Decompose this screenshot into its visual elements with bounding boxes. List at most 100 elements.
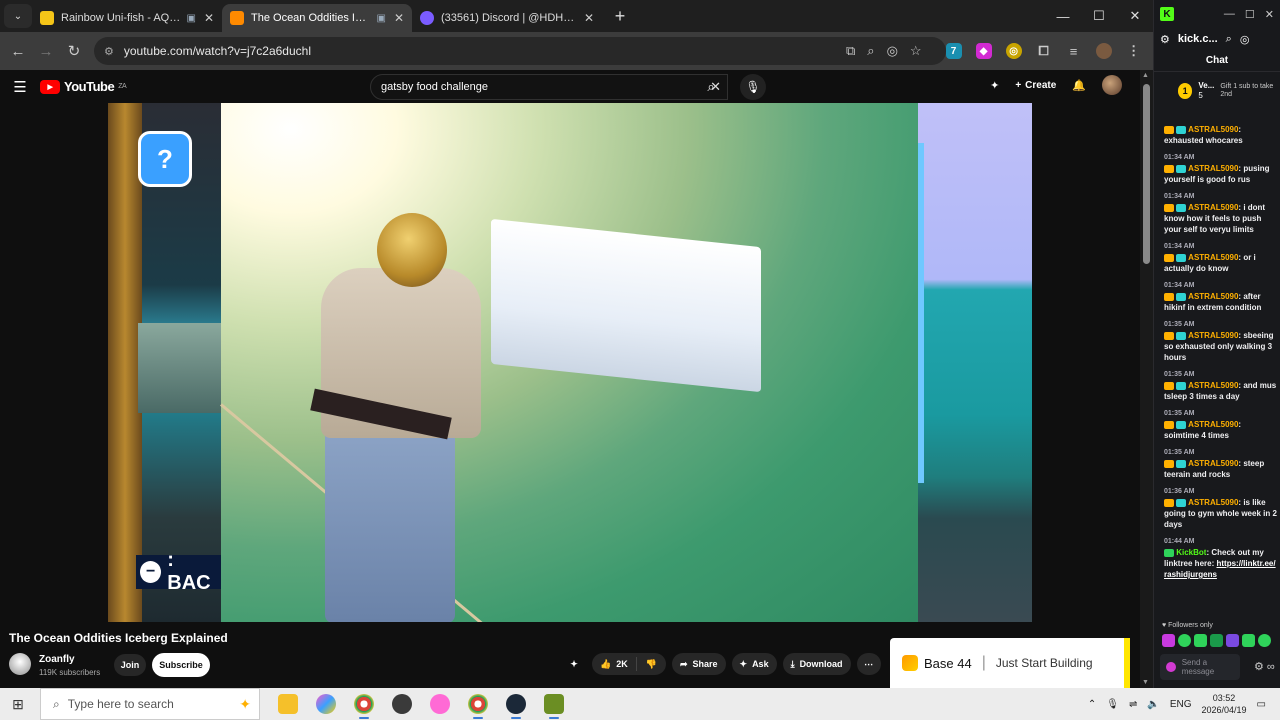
tab-youtube[interactable]: The Ocean Oddities Iceberg ▣ ✕ bbox=[222, 4, 412, 32]
notifications-bell-icon[interactable]: 🔔 bbox=[1072, 79, 1086, 92]
chat-username[interactable]: ASTRAL5090 bbox=[1188, 292, 1238, 301]
profile-avatar-icon[interactable] bbox=[1095, 43, 1112, 59]
taskbar-search-input[interactable]: ⌕ Type here to search ✦ bbox=[40, 688, 260, 720]
language-indicator[interactable]: ENG bbox=[1170, 699, 1192, 710]
forward-arrow-icon[interactable]: → bbox=[32, 43, 60, 60]
emote-icon[interactable] bbox=[1210, 634, 1223, 647]
emote-icon[interactable] bbox=[1194, 634, 1207, 647]
back-arrow-icon[interactable]: ← bbox=[4, 43, 32, 60]
emote-icon[interactable] bbox=[1242, 634, 1255, 647]
more-actions-button[interactable]: ⋯ bbox=[856, 653, 881, 675]
chat-username[interactable]: ASTRAL5090 bbox=[1188, 459, 1238, 468]
tab-discord[interactable]: (33561) Discord | @HDHDHDH ✕ bbox=[412, 4, 602, 32]
new-tab-button[interactable]: + bbox=[608, 6, 632, 27]
chrome-profile-icon[interactable] bbox=[468, 694, 488, 719]
kick-site-settings-icon[interactable]: ⚙ bbox=[1160, 33, 1170, 46]
search-button[interactable]: ⌕ bbox=[694, 74, 728, 100]
emote-icon[interactable] bbox=[1178, 634, 1191, 647]
kick-url-bar[interactable]: ⚙ kick.c... ⌕ ◎ bbox=[1154, 28, 1280, 50]
minecraft-icon[interactable] bbox=[544, 694, 564, 719]
emote-icon[interactable] bbox=[1258, 634, 1271, 647]
extension-game-icon[interactable]: ✦ bbox=[990, 79, 999, 92]
kick-close-icon[interactable]: ✕ bbox=[1265, 8, 1274, 21]
emote-icon[interactable] bbox=[1226, 634, 1239, 647]
channel-avatar[interactable] bbox=[9, 653, 31, 675]
close-tab-icon[interactable]: ✕ bbox=[204, 11, 214, 25]
extension-action-icon[interactable]: ✦ bbox=[562, 653, 586, 675]
kick-minimize-icon[interactable]: — bbox=[1224, 8, 1235, 20]
chat-username[interactable]: KickBot bbox=[1176, 548, 1206, 557]
eye-off-icon[interactable]: ◎ bbox=[887, 43, 898, 59]
tray-expand-icon[interactable]: ⌃ bbox=[1088, 699, 1096, 710]
scroll-up-icon[interactable]: ▲ bbox=[1142, 72, 1149, 79]
join-button[interactable]: Join bbox=[114, 654, 146, 676]
chat-settings-icon[interactable]: ⚙ ∞ bbox=[1254, 660, 1275, 673]
close-tab-icon[interactable]: ✕ bbox=[584, 11, 594, 25]
dislike-button[interactable]: 👎 bbox=[637, 659, 666, 670]
extension-yellow-icon[interactable]: ◎ bbox=[1005, 43, 1022, 59]
chat-message-input[interactable]: Send a message bbox=[1160, 654, 1240, 680]
mic-tray-icon[interactable]: 🎙 bbox=[1106, 699, 1119, 710]
search-input[interactable]: gatsby food challenge ✕ bbox=[370, 74, 728, 100]
chat-username[interactable]: ASTRAL5090 bbox=[1188, 164, 1238, 173]
chat-username[interactable]: ASTRAL5090 bbox=[1188, 331, 1238, 340]
account-avatar[interactable] bbox=[1102, 75, 1122, 95]
chat-username[interactable]: ASTRAL5090 bbox=[1188, 381, 1238, 390]
chat-username[interactable]: ASTRAL5090 bbox=[1188, 253, 1238, 262]
obs-icon[interactable] bbox=[392, 694, 412, 714]
emote-icon[interactable] bbox=[1162, 634, 1175, 647]
subscribe-button[interactable]: Subscribe bbox=[152, 653, 210, 677]
extensions-puzzle-icon[interactable]: ⧠ bbox=[1036, 43, 1052, 59]
extension-7tv-icon[interactable]: 7 bbox=[945, 43, 962, 59]
emote-picker-icon[interactable] bbox=[1166, 662, 1176, 672]
maximize-icon[interactable]: ☐ bbox=[1081, 0, 1117, 32]
chat-username[interactable]: ASTRAL5090 bbox=[1188, 125, 1238, 134]
sponsored-ad-banner[interactable]: Base 44 | Just Start Building bbox=[890, 638, 1130, 688]
gift-leaderboard[interactable]: 1 Ve... 5 Gift 1 sub to take 2nd bbox=[1154, 72, 1280, 110]
scrollbar-thumb[interactable] bbox=[1143, 84, 1150, 264]
share-button[interactable]: ➦ Share bbox=[671, 653, 726, 675]
chat-username[interactable]: ASTRAL5090 bbox=[1188, 203, 1238, 212]
minimize-icon[interactable]: — bbox=[1045, 0, 1081, 32]
close-window-icon[interactable]: ✕ bbox=[1117, 0, 1153, 32]
scroll-down-icon[interactable]: ▼ bbox=[1142, 679, 1149, 686]
tab-search-menu[interactable]: ⌄ bbox=[4, 4, 32, 28]
chrome-icon[interactable] bbox=[354, 694, 374, 719]
extension-pink-icon[interactable]: ◆ bbox=[975, 43, 992, 59]
chat-username[interactable]: ASTRAL5090 bbox=[1188, 420, 1238, 429]
hamburger-menu-icon[interactable]: ☰ bbox=[0, 78, 40, 96]
reload-icon[interactable]: ↻ bbox=[60, 42, 88, 60]
tab-aq3d[interactable]: Rainbow Uni-fish - AQ3D ▣ ✕ bbox=[32, 4, 222, 32]
create-button[interactable]: + Create bbox=[1015, 80, 1056, 91]
more-menu-icon[interactable]: ⋮ bbox=[1126, 43, 1142, 59]
ask-button[interactable]: ✦ Ask bbox=[731, 653, 777, 675]
copilot-icon[interactable] bbox=[316, 694, 336, 714]
steam-icon[interactable] bbox=[506, 694, 526, 719]
file-explorer-icon[interactable] bbox=[278, 694, 298, 714]
bookmark-star-icon[interactable]: ☆ bbox=[910, 43, 922, 59]
media-control-icon[interactable]: ≡ bbox=[1066, 43, 1082, 59]
chat-username[interactable]: ASTRAL5090 bbox=[1188, 498, 1238, 507]
download-button[interactable]: ⤓ Download bbox=[782, 653, 851, 675]
kick-maximize-icon[interactable]: ☐ bbox=[1245, 8, 1255, 21]
volume-icon[interactable]: 🔈 bbox=[1147, 699, 1159, 710]
youtube-logo[interactable]: ▶ YouTube ZA bbox=[40, 79, 127, 94]
page-scrollbar[interactable]: ▲ ▼ bbox=[1140, 70, 1153, 688]
like-button[interactable]: 👍 2K bbox=[592, 657, 637, 671]
windows-start-icon[interactable]: ⊞ bbox=[0, 696, 36, 713]
voice-search-button[interactable]: 🎙 bbox=[740, 74, 766, 100]
zoom-icon[interactable]: ⌕ bbox=[867, 43, 874, 59]
kick-zoom-icon[interactable]: ⌕ bbox=[1226, 33, 1232, 46]
more-horizontal-icon: ⋯ bbox=[864, 658, 874, 669]
close-tab-icon[interactable]: ✕ bbox=[394, 11, 404, 25]
clock[interactable]: 03:52 2026/04/19 bbox=[1202, 692, 1247, 716]
channel-name[interactable]: Zoanfly bbox=[39, 654, 75, 665]
notifications-icon[interactable]: ▭ bbox=[1257, 699, 1266, 710]
video-player[interactable]: ? − : BAC bbox=[108, 103, 1032, 622]
app-icon[interactable] bbox=[430, 694, 450, 714]
site-info-icon[interactable]: ⚙ bbox=[104, 45, 114, 58]
url-input[interactable]: ⚙ youtube.com/watch?v=j7c2a6duchl bbox=[94, 37, 946, 65]
network-icon[interactable]: ⇌ bbox=[1129, 699, 1137, 710]
kick-eye-off-icon[interactable]: ◎ bbox=[1240, 33, 1250, 46]
cast-icon[interactable]: ⧉ bbox=[846, 43, 855, 59]
